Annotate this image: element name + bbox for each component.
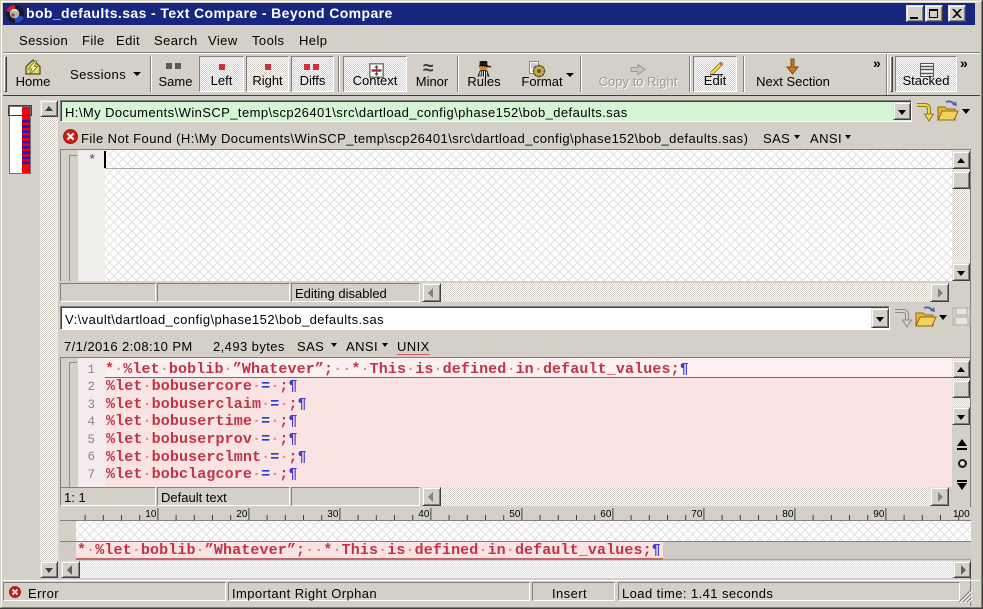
svg-text:90: 90	[873, 509, 885, 520]
svg-text:70: 70	[691, 509, 703, 520]
svg-text:40: 40	[418, 509, 430, 520]
svg-text:80: 80	[782, 509, 794, 520]
svg-text:50: 50	[509, 509, 521, 520]
svg-text:100: 100	[953, 509, 970, 520]
svg-text:60: 60	[600, 509, 612, 520]
svg-text:30: 30	[327, 509, 339, 520]
svg-text:20: 20	[236, 509, 248, 520]
svg-text:10: 10	[145, 509, 157, 520]
